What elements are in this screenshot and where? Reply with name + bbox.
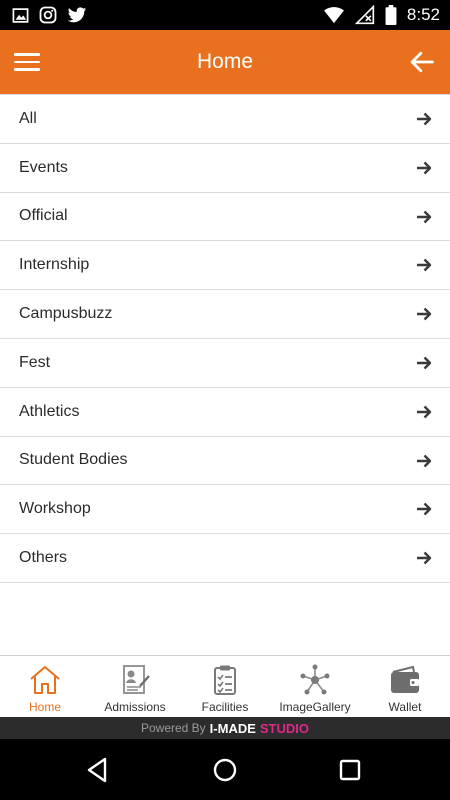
arrow-right-icon [417, 307, 432, 321]
category-label: Workshop [19, 500, 91, 518]
checklist-icon [208, 664, 242, 696]
category-label: Campusbuzz [19, 305, 113, 323]
home-icon [28, 664, 62, 696]
category-item-all[interactable]: All [0, 95, 450, 144]
battery-icon [385, 5, 397, 25]
powered-by-text: Powered By [140, 721, 206, 735]
arrow-right-icon [417, 454, 432, 467]
back-triangle-icon[interactable] [83, 755, 113, 785]
category-label: Internship [19, 256, 90, 274]
category-item-campusbuzz[interactable]: Campusbuzz [0, 290, 450, 339]
arrow-right-icon [417, 259, 432, 272]
category-label: All [19, 109, 37, 127]
category-item-official[interactable]: Official [0, 193, 450, 242]
nav-item-wallet[interactable]: Wallet [360, 656, 450, 717]
arrow-right-icon [417, 405, 432, 419]
category-item-events[interactable]: Events [0, 144, 450, 193]
category-label: Fest [19, 353, 51, 371]
wallet-icon [388, 664, 422, 696]
arrow-right-icon [417, 551, 432, 565]
category-item-student-bodies[interactable]: Student Bodies [0, 437, 450, 486]
status-right-icons: 8:52 [323, 4, 440, 26]
category-label: Events [19, 158, 68, 176]
nav-item-facilities[interactable]: Facilities [180, 656, 270, 717]
wifi-icon [324, 7, 344, 24]
nav-item-imagegallery[interactable]: ImageGallery [270, 656, 360, 717]
nav-label: Admissions [104, 700, 166, 714]
status-bar: 8:52 [0, 0, 450, 30]
arrow-left-icon[interactable] [408, 48, 436, 76]
arrow-right-icon [417, 356, 432, 370]
home-circle-icon[interactable] [210, 755, 240, 785]
arrow-right-icon [417, 503, 432, 516]
category-item-fest[interactable]: Fest [0, 339, 450, 388]
page-title: Home [196, 50, 254, 73]
recents-square-icon[interactable] [335, 755, 365, 785]
image-icon [12, 7, 29, 23]
status-time: 8:52 [406, 5, 440, 24]
category-item-athletics[interactable]: Athletics [0, 388, 450, 437]
nav-label: Wallet [388, 700, 422, 714]
nav-label: ImageGallery [279, 700, 351, 714]
powered-by-banner: Powered By I-MADE STUDIO [0, 717, 450, 739]
brand-name-part1: I-MADE [209, 720, 256, 736]
system-nav-bar [0, 739, 450, 800]
category-item-workshop[interactable]: Workshop [0, 485, 450, 535]
brand-name-part2: STUDIO [259, 720, 310, 736]
nav-label: Facilities [201, 700, 249, 714]
admissions-icon [118, 664, 152, 696]
nav-label: Home [28, 700, 61, 714]
nav-item-home[interactable]: Home [0, 656, 90, 717]
network-icon [298, 664, 332, 696]
signal-off-icon [354, 5, 375, 25]
app-bar: Home [0, 30, 450, 94]
nav-item-admissions[interactable]: Admissions [90, 656, 180, 717]
category-label: Others [19, 549, 68, 567]
bottom-nav: Home Admissions Facilities ImageGallery … [0, 655, 450, 717]
category-item-others[interactable]: Others [0, 534, 450, 583]
status-left-icons [12, 6, 87, 24]
category-label: Student Bodies [19, 451, 128, 469]
arrow-right-icon [417, 210, 432, 223]
arrow-right-icon [417, 161, 432, 175]
category-item-internship[interactable]: Internship [0, 241, 450, 291]
category-label: Official [19, 207, 68, 225]
instagram-icon [39, 6, 57, 24]
category-list: All Events Official Internship Campusbuz… [0, 94, 450, 583]
twitter-icon [67, 6, 87, 22]
category-label: Athletics [19, 402, 80, 420]
arrow-right-icon [417, 112, 432, 126]
